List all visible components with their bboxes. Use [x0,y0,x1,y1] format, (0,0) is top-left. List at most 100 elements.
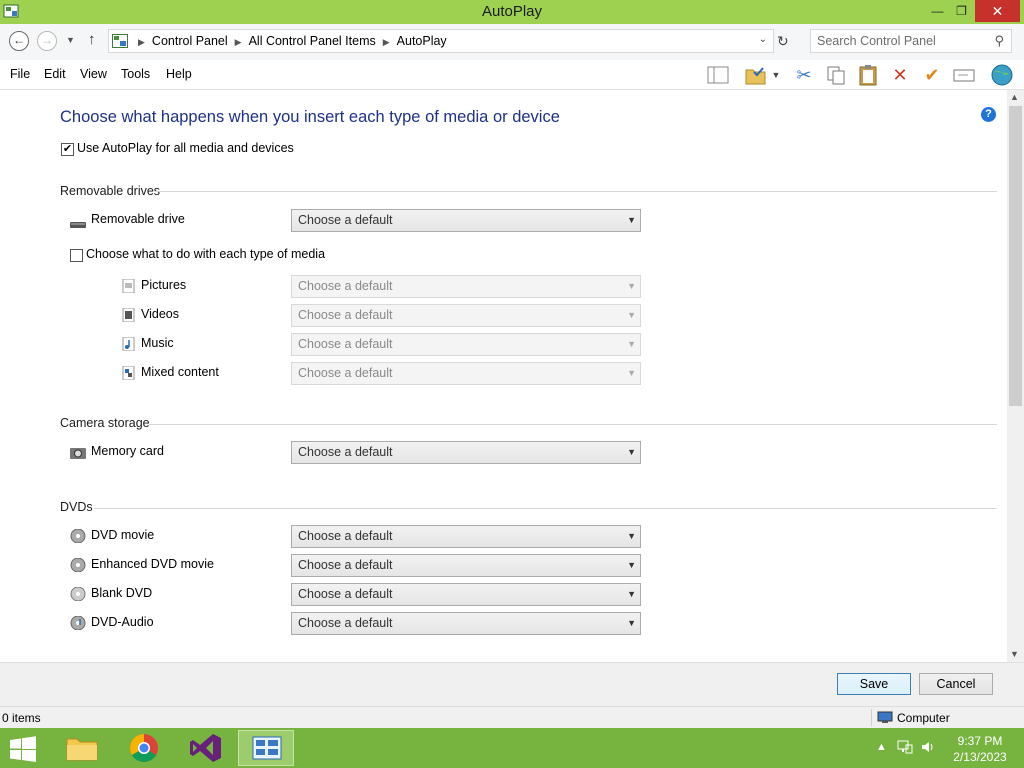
music-select[interactable]: Choose a default ▼ [291,333,641,356]
chevron-down-icon: ▼ [627,215,636,225]
videos-icon [122,308,135,322]
menu-edit[interactable]: Edit [44,67,66,81]
pictures-icon [122,279,135,293]
chevron-down-icon: ▼ [627,447,636,457]
button-bar: Save Cancel [0,662,1024,706]
chevron-down-icon: ▼ [627,339,636,349]
section-dvds: DVDs [60,500,93,514]
chevron-down-icon: ▼ [627,618,636,628]
control-panel-taskbar-button[interactable] [238,730,294,766]
breadcrumb-autoplay[interactable]: AutoPlay [397,34,447,48]
location-label: Computer [897,711,950,725]
back-button[interactable]: ← [9,31,29,51]
volume-icon[interactable] [920,739,936,755]
menu-help[interactable]: Help [166,67,192,81]
memory-card-icon [70,448,86,459]
dvd-movie-select[interactable]: Choose a default ▼ [291,525,641,548]
select-value: Choose a default [298,616,393,630]
forward-button[interactable]: → [37,31,57,51]
computer-icon [877,711,893,723]
blank-dvd-select[interactable]: Choose a default ▼ [291,583,641,606]
mixed-content-select[interactable]: Choose a default ▼ [291,362,641,385]
recent-locations-button[interactable]: ▼ [66,35,75,45]
cut-icon[interactable]: ✂ [792,64,816,86]
removable-drive-select[interactable]: Choose a default ▼ [291,209,641,232]
cancel-button[interactable]: Cancel [919,673,993,695]
chevron-down-icon: ▼ [627,310,636,320]
memory-card-label: Memory card [91,444,164,458]
chevron-down-icon: ▼ [627,560,636,570]
search-input[interactable] [817,33,987,49]
delete-icon[interactable]: ✕ [888,64,912,86]
refresh-icon[interactable]: ↻ [777,33,789,50]
clock-time: 9:37 PM [957,734,1003,748]
select-value: Choose a default [298,366,393,380]
each-media-checkbox[interactable] [70,249,83,262]
enhanced-dvd-label: Enhanced DVD movie [91,557,214,571]
dvd-audio-select[interactable]: Choose a default ▼ [291,612,641,635]
scroll-up-icon[interactable]: ▲ [1010,92,1019,102]
layout-icon[interactable] [706,64,730,86]
item-count: 0 items [2,711,41,725]
globe-icon[interactable] [990,64,1014,86]
status-bar: 0 items Computer [0,706,1024,728]
folder-check-icon[interactable] [744,64,768,86]
use-autoplay-checkbox[interactable]: ✔ [61,143,74,156]
network-icon[interactable] [897,739,913,755]
select-value: Choose a default [298,213,393,227]
use-autoplay-label: Use AutoPlay for all media and devices [77,141,294,155]
divider [155,191,997,192]
search-icon[interactable]: ⚲ [994,33,1004,49]
help-icon[interactable]: ? [981,107,996,122]
menu-file[interactable]: File [10,67,30,81]
removable-drive-label: Removable drive [91,212,185,226]
memory-card-select[interactable]: Choose a default ▼ [291,441,641,464]
breadcrumb-control-panel[interactable]: Control Panel [152,34,228,48]
minimize-button[interactable]: — [924,0,951,22]
breadcrumb: ▶ Control Panel ▶ All Control Panel Items ▶ A… [131,34,447,48]
rename-icon[interactable] [952,64,976,86]
chevron-down-icon[interactable]: ▼ [769,64,783,86]
paste-icon[interactable] [856,64,880,86]
each-media-label: Choose what to do with each type of medi… [86,247,326,261]
menu-bar: File Edit View Tools Help ▼ ✂ ✕ ✔ [0,60,1024,90]
control-panel-icon [252,736,282,760]
copy-icon[interactable] [824,64,848,86]
search-box[interactable]: ⚲ [810,29,1012,53]
divider [149,424,997,425]
address-bar[interactable]: ▶ Control Panel ▶ All Control Panel Items ▶ A… [108,29,774,53]
visual-studio-taskbar-button[interactable] [178,730,234,766]
pictures-select[interactable]: Choose a default ▼ [291,275,641,298]
chevron-right-icon: ▶ [138,37,145,47]
clock-date: 2/13/2023 [953,750,1007,764]
chevron-down-icon[interactable]: ⌄ [759,34,767,45]
chevron-down-icon: ▼ [627,589,636,599]
menu-tools[interactable]: Tools [121,67,150,81]
maximize-button[interactable]: ❐ [948,0,975,22]
music-icon [122,337,135,351]
file-explorer-taskbar-button[interactable] [54,730,110,766]
mixed-content-icon [122,366,135,380]
scrollbar-thumb[interactable] [1009,106,1022,406]
videos-label: Videos [141,307,179,321]
section-camera-storage: Camera storage [60,416,150,430]
vertical-scrollbar[interactable]: ▲ ▼ [1007,90,1024,662]
dvd-movie-icon [70,529,86,543]
menu-view[interactable]: View [80,67,107,81]
scroll-down-icon[interactable]: ▼ [1010,649,1019,659]
select-value: Choose a default [298,445,393,459]
show-hidden-icons[interactable]: ▲ [876,741,887,753]
divider [94,508,997,509]
enhanced-dvd-select[interactable]: Choose a default ▼ [291,554,641,577]
pictures-label: Pictures [141,278,187,292]
system-clock[interactable]: 9:37 PM 2/13/2023 [950,733,1010,765]
dvd-audio-icon [70,616,86,630]
breadcrumb-all-items[interactable]: All Control Panel Items [249,34,376,48]
close-button[interactable]: ✕ [975,0,1020,22]
videos-select[interactable]: Choose a default ▼ [291,304,641,327]
save-button[interactable]: Save [837,673,911,695]
windows-start-icon[interactable] [8,736,38,762]
chrome-taskbar-button[interactable] [116,730,172,766]
up-button[interactable]: ↑ [88,31,96,48]
checkmark-icon[interactable]: ✔ [920,64,944,86]
